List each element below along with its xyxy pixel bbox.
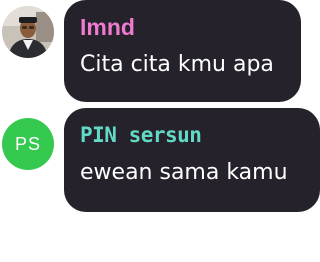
message-text: Cita cita kmu apa — [80, 52, 274, 77]
sender-name[interactable]: Imnd — [80, 14, 285, 40]
message-bubble[interactable]: PIN sersun ewean sama kamu — [64, 108, 320, 212]
sender-name[interactable]: PIN sersun — [80, 122, 304, 148]
avatar-photo-icon — [2, 6, 54, 58]
avatar[interactable]: PS — [2, 118, 54, 170]
chat-message-list: Imnd Cita cita kmu apa PS PIN sersun ewe… — [0, 0, 320, 262]
message-text: ewean sama kamu — [80, 160, 288, 185]
avatar[interactable] — [2, 6, 54, 58]
message-bubble[interactable]: Imnd Cita cita kmu apa — [64, 0, 301, 102]
avatar-initials: PS — [14, 133, 41, 154]
